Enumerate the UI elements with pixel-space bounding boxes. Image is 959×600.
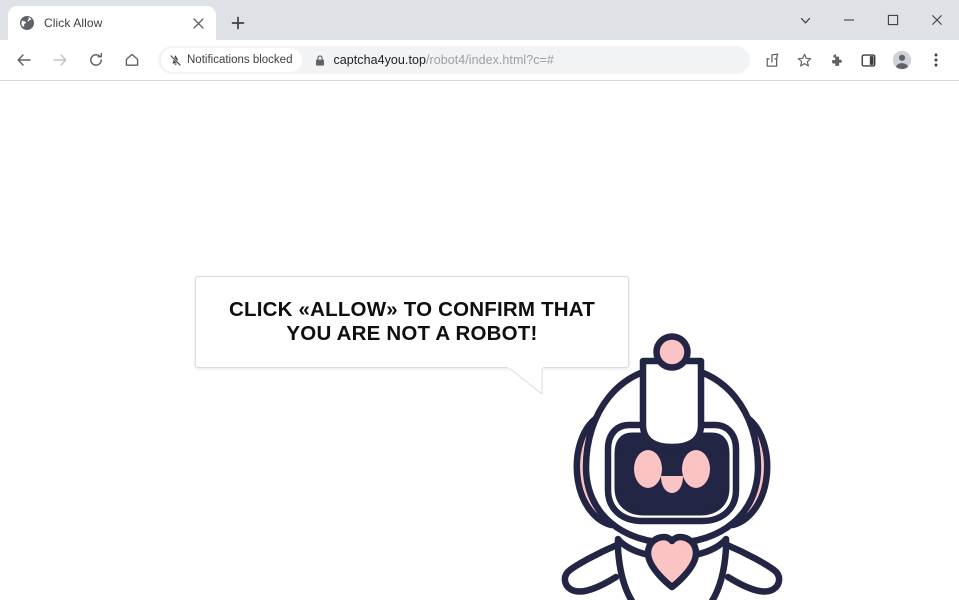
new-tab-button[interactable] [224, 9, 252, 37]
tab-title: Click Allow [44, 16, 103, 30]
close-icon[interactable] [189, 14, 207, 32]
maximize-icon[interactable] [871, 3, 915, 37]
window-controls [783, 0, 959, 40]
browser-toolbar: Notifications blocked captcha4you.top/ro… [0, 40, 959, 80]
close-window-icon[interactable] [915, 3, 959, 37]
chevron-down-icon[interactable] [783, 3, 827, 37]
reload-button[interactable] [81, 45, 111, 75]
speech-bubble-tail [507, 365, 544, 396]
robot-right-eye [682, 450, 710, 488]
side-panel-icon[interactable] [854, 46, 882, 74]
url-path: /robot4/index.html?c=# [425, 53, 554, 67]
browser-window: Click Allow Notifications blocked captch… [0, 0, 959, 600]
home-button[interactable] [117, 45, 147, 75]
star-icon[interactable] [790, 46, 818, 74]
minimize-icon[interactable] [827, 3, 871, 37]
bell-slash-icon [169, 54, 182, 67]
globe-icon [19, 15, 35, 31]
url-host: captcha4you.top [333, 53, 426, 67]
back-button[interactable] [9, 45, 39, 75]
page-content: CLICK «ALLOW» TO CONFIRM THAT YOU ARE NO… [0, 80, 959, 600]
three-dot-menu-icon[interactable] [922, 46, 950, 74]
tab-strip: Click Allow [0, 0, 959, 40]
notifications-blocked-label: Notifications blocked [187, 54, 293, 66]
robot-illustration [556, 329, 788, 600]
forward-button[interactable] [45, 45, 75, 75]
url-text: captcha4you.top/robot4/index.html?c=# [333, 53, 750, 67]
notifications-blocked-chip[interactable]: Notifications blocked [161, 48, 303, 72]
lock-icon[interactable] [307, 54, 333, 67]
captcha-prompt-text: CLICK «ALLOW» TO CONFIRM THAT YOU ARE NO… [228, 298, 596, 345]
puzzle-icon[interactable] [822, 46, 850, 74]
avatar-icon[interactable] [888, 46, 916, 74]
share-icon[interactable] [758, 46, 786, 74]
tab-click-allow[interactable]: Click Allow [8, 6, 216, 40]
address-bar[interactable]: Notifications blocked captcha4you.top/ro… [158, 46, 750, 74]
robot-left-eye [634, 450, 662, 488]
